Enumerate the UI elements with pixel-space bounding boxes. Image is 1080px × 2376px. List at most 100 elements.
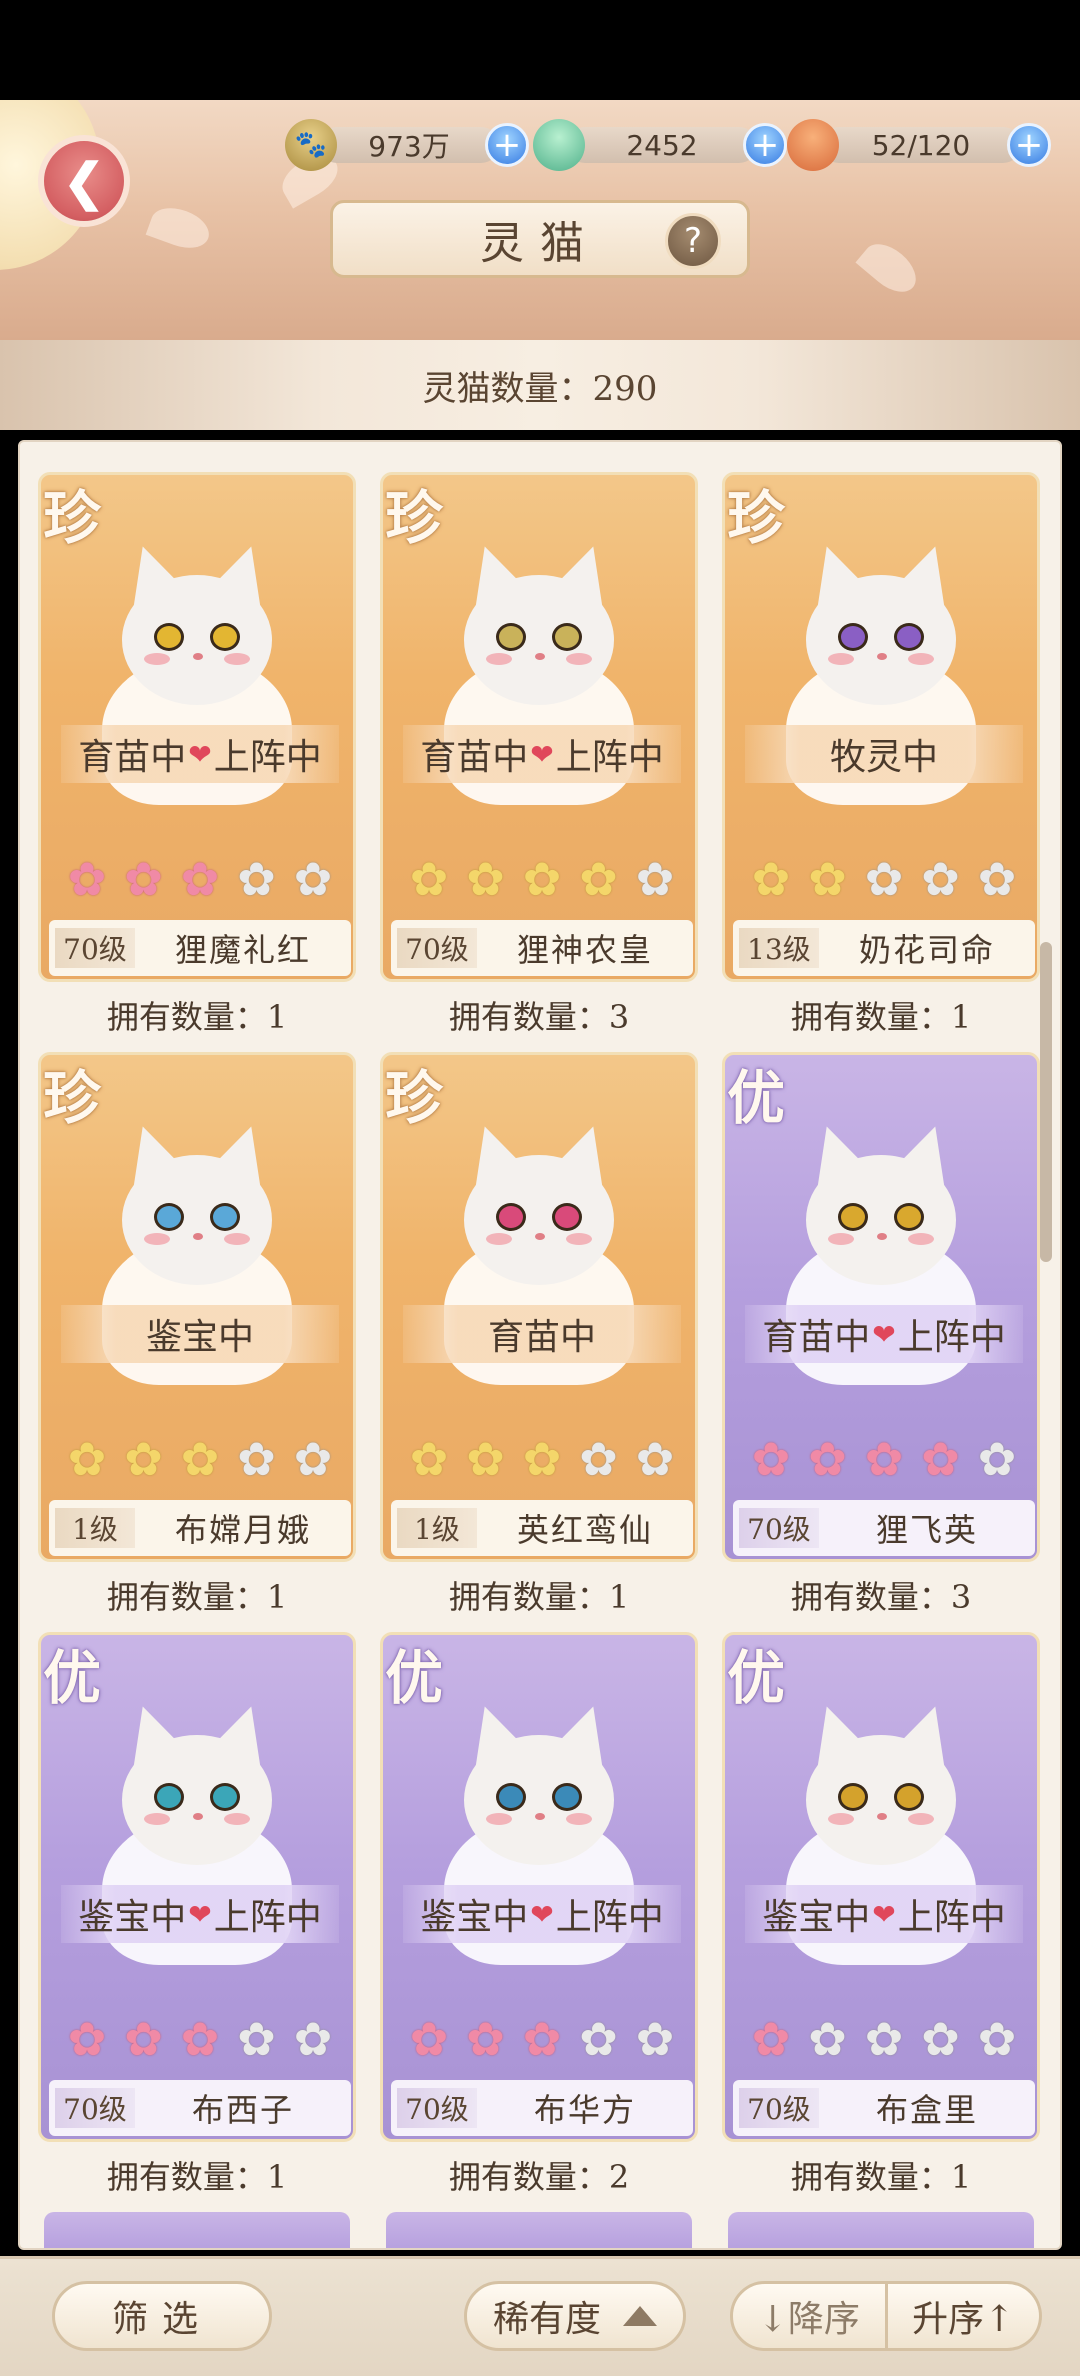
rarity-star-icon: ✿ <box>180 1432 220 1486</box>
card-status-primary: 育苗中 <box>78 737 187 778</box>
card-frame: 珍 育苗中 ❤ 上阵中 ✿ ✿ ✿ ✿ ✿ 70级 狸魔礼红 <box>38 472 356 982</box>
card-status-secondary: 上阵中 <box>555 1897 664 1938</box>
cat-blush <box>144 1233 170 1245</box>
rarity-stars: ✿ ✿ ✿ ✿ ✿ <box>63 1435 337 1487</box>
cat-card[interactable]: 优 育苗中 ❤ 上阵中 ✿ ✿ ✿ ✿ ✿ 70级 狸飞英 拥有数量：3 <box>722 1052 1040 1616</box>
cat-card-partial[interactable] <box>44 2212 350 2248</box>
cat-eye <box>210 1783 240 1811</box>
card-info: 1级 布嫦月娥 <box>49 1500 351 1556</box>
cat-head <box>806 575 956 705</box>
rarity-star-icon: ✿ <box>864 852 904 906</box>
card-status-primary: 鉴宝中 <box>145 1317 254 1358</box>
rarity-star-icon: ✿ <box>579 1432 618 1486</box>
card-status: 牧灵中 <box>745 725 1023 783</box>
cat-card[interactable]: 优 鉴宝中 ❤ 上阵中 ✿ ✿ ✿ ✿ ✿ 70级 布西子 拥有数量：1 <box>38 1632 356 2196</box>
add-jade-button[interactable]: + <box>743 123 787 167</box>
rarity-star-icon: ✿ <box>237 2012 276 2066</box>
cat-blush <box>908 1813 934 1825</box>
rarity-star-icon: ✿ <box>124 852 163 906</box>
card-status-primary: 育苗中 <box>420 737 529 778</box>
rarity-star-icon: ✿ <box>977 2012 1017 2066</box>
rarity-stars: ✿ ✿ ✿ ✿ ✿ <box>405 2015 679 2067</box>
page-title: 灵猫 <box>480 218 600 269</box>
cat-nose <box>877 1233 887 1240</box>
card-name: 狸神农皇 <box>516 931 653 969</box>
rarity-star-icon: ✿ <box>466 852 505 906</box>
rarity-stars: ✿ ✿ ✿ ✿ ✿ <box>63 2015 337 2067</box>
cat-card[interactable]: 珍 育苗中 ❤ 上阵中 ✿ ✿ ✿ ✿ ✿ 70级 狸魔礼红 拥有数量：1 <box>38 472 356 1036</box>
cat-blush <box>224 1813 250 1825</box>
cat-card-partial[interactable] <box>386 2212 692 2248</box>
status-bar <box>0 0 1080 100</box>
filter-button[interactable]: 筛选 <box>52 2281 272 2351</box>
cat-card-partial[interactable] <box>728 2212 1034 2248</box>
cat-eye <box>154 1783 184 1811</box>
coin-value: 973万 <box>319 127 499 163</box>
card-level: 1级 <box>55 1508 135 1548</box>
rarity-star-icon: ✿ <box>293 852 333 906</box>
cat-eye <box>154 1203 184 1231</box>
card-name: 英红鸾仙 <box>516 1511 653 1549</box>
cat-card[interactable]: 珍 牧灵中 ✿ ✿ ✿ ✿ ✿ 13级 奶花司命 拥有数量：1 <box>722 472 1040 1036</box>
rarity-star-icon: ✿ <box>977 1432 1017 1486</box>
rarity-star-icon: ✿ <box>751 852 791 906</box>
sort-descending-button[interactable]: ↓降序 <box>730 2281 888 2351</box>
rarity-star-icon: ✿ <box>180 852 220 906</box>
coin-icon: 🐾 <box>285 119 337 171</box>
rarity-star-icon: ✿ <box>409 2012 449 2066</box>
triangle-up-icon <box>623 2306 657 2326</box>
rarity-star-icon: ✿ <box>808 852 847 906</box>
owned-count: 拥有数量：1 <box>106 998 288 1036</box>
cat-card[interactable]: 珍 鉴宝中 ✿ ✿ ✿ ✿ ✿ 1级 布嫦月娥 拥有数量：1 <box>38 1052 356 1616</box>
owned-count: 拥有数量：1 <box>790 998 972 1036</box>
sort-ascending-button[interactable]: 升序↑ <box>887 2281 1042 2351</box>
rarity-star-icon: ✿ <box>635 1432 675 1486</box>
card-level: 70级 <box>397 2088 477 2128</box>
card-frame: 珍 鉴宝中 ✿ ✿ ✿ ✿ ✿ 1级 布嫦月娥 <box>38 1052 356 1562</box>
cat-card[interactable]: 珍 育苗中 ❤ 上阵中 ✿ ✿ ✿ ✿ ✿ 70级 狸神农皇 拥有数量：3 <box>380 472 698 1036</box>
back-button[interactable]: ❮ <box>38 135 130 227</box>
cat-blush <box>828 653 854 665</box>
rarity-star-icon: ✿ <box>579 852 618 906</box>
rarity-star-icon: ✿ <box>977 852 1017 906</box>
cat-card[interactable]: 优 鉴宝中 ❤ 上阵中 ✿ ✿ ✿ ✿ ✿ 70级 布盒里 拥有数量：1 <box>722 1632 1040 2196</box>
rarity-star-icon: ✿ <box>124 1432 163 1486</box>
jade-icon <box>533 119 585 171</box>
cat-nose <box>193 1813 203 1820</box>
add-food-button[interactable]: + <box>1007 123 1051 167</box>
cat-blush <box>486 653 512 665</box>
card-level: 70级 <box>739 1508 819 1548</box>
cat-eye <box>496 1783 526 1811</box>
grade-badge: 珍 <box>385 484 444 552</box>
rarity-star-icon: ✿ <box>293 2012 333 2066</box>
grade-badge: 珍 <box>43 484 102 552</box>
cat-blush <box>224 653 250 665</box>
cat-nose <box>877 1813 887 1820</box>
question-icon: ? <box>683 221 703 261</box>
card-status-secondary: 上阵中 <box>897 1897 1006 1938</box>
heart-icon: ❤ <box>530 1897 554 1931</box>
card-status: 育苗中 ❤ 上阵中 <box>61 725 339 783</box>
cat-head <box>122 1735 272 1865</box>
cat-card[interactable]: 优 鉴宝中 ❤ 上阵中 ✿ ✿ ✿ ✿ ✿ 70级 布华方 拥有数量：2 <box>380 1632 698 2196</box>
card-status-primary: 牧灵中 <box>829 737 938 778</box>
rarity-star-icon: ✿ <box>237 1432 276 1486</box>
cat-grid-panel[interactable]: 珍 育苗中 ❤ 上阵中 ✿ ✿ ✿ ✿ ✿ 70级 狸魔礼红 拥有数量：1 珍 … <box>18 440 1062 2250</box>
add-coin-button[interactable]: + <box>485 123 529 167</box>
cat-eye <box>838 1783 868 1811</box>
scrollbar[interactable] <box>1040 942 1052 1262</box>
rarity-sort-button[interactable]: 稀有度 <box>464 2281 686 2351</box>
cat-nose <box>535 653 545 660</box>
help-button[interactable]: ? <box>665 213 721 269</box>
cat-card[interactable]: 珍 育苗中 ✿ ✿ ✿ ✿ ✿ 1级 英红鸾仙 拥有数量：1 <box>380 1052 698 1616</box>
cat-head <box>122 1155 272 1285</box>
back-arrow-icon: ❮ <box>63 151 105 211</box>
rarity-star-icon: ✿ <box>237 852 276 906</box>
food-value: 52/120 <box>821 127 1021 163</box>
rarity-star-icon: ✿ <box>522 1432 562 1486</box>
card-name: 布西子 <box>191 2091 294 2129</box>
cat-blush <box>486 1233 512 1245</box>
card-name: 布嫦月娥 <box>174 1511 311 1549</box>
grade-badge: 优 <box>727 1064 786 1132</box>
rarity-stars: ✿ ✿ ✿ ✿ ✿ <box>63 855 337 907</box>
